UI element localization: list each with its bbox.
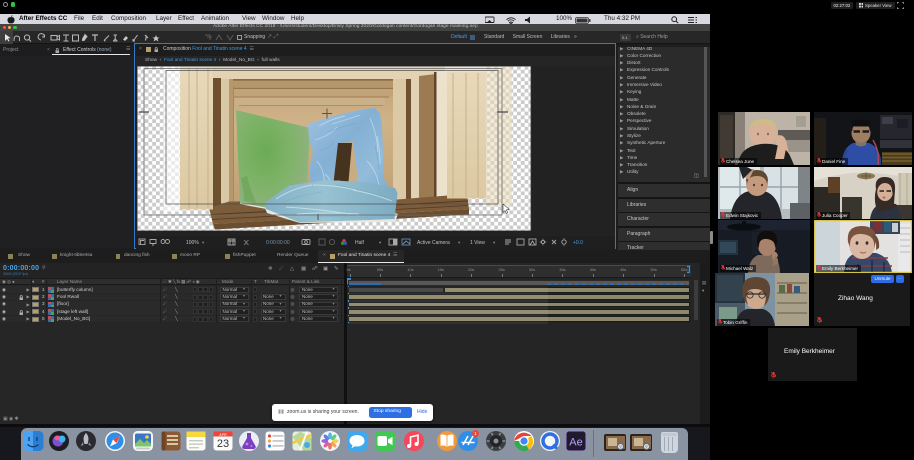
svg-text:Active Camera: Active Camera — [417, 240, 450, 246]
svg-text:Half: Half — [355, 240, 365, 246]
svg-text:▾: ▾ — [202, 240, 205, 245]
svg-text:0:00:00:00: 0:00:00:00 — [266, 240, 290, 246]
svg-text:100%: 100% — [186, 240, 199, 246]
svg-text:23: 23 — [217, 438, 229, 450]
svg-text:APR: APR — [219, 433, 227, 437]
svg-text:1 View: 1 View — [470, 240, 485, 246]
svg-text:▾: ▾ — [493, 240, 496, 245]
svg-text:▾: ▾ — [379, 240, 382, 245]
svg-text:▾: ▾ — [458, 240, 461, 245]
svg-text:Ae: Ae — [569, 437, 582, 449]
svg-text:+0.0: +0.0 — [573, 240, 583, 246]
